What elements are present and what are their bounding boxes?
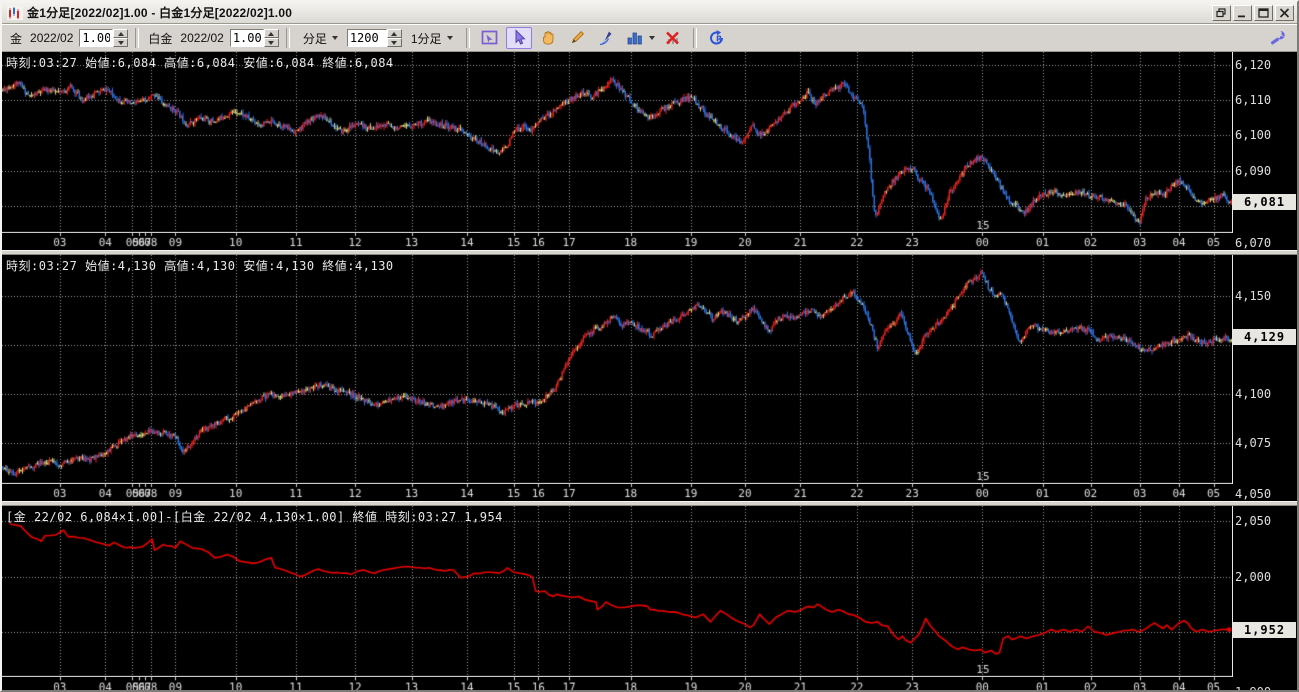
gold-multiplier-input[interactable] — [79, 29, 114, 47]
gold-current-price-badge: 6,081 — [1233, 194, 1296, 211]
wrench-icon — [1270, 30, 1285, 45]
toolbar-separator — [692, 28, 697, 48]
y-axis-label: 6,120 — [1235, 58, 1272, 73]
toolbar-separator — [285, 28, 290, 48]
select-arrow-tool-button[interactable] — [505, 27, 532, 49]
interval-dropdown[interactable]: 分足 — [297, 28, 344, 48]
chart-type-button[interactable] — [622, 27, 648, 49]
y-axis-label: 2,000 — [1235, 569, 1272, 584]
select-arrow-icon — [515, 29, 526, 45]
pen-icon — [599, 31, 612, 46]
spread-plot: [金 22/02 6,084×1.00]-[白金 22/02 4,130×1.0… — [2, 506, 1232, 677]
chart-cursor-icon — [481, 30, 497, 45]
gold-candlestick-canvas[interactable] — [2, 52, 1232, 233]
bar-chart-icon — [627, 32, 642, 45]
close-button[interactable] — [1275, 4, 1294, 21]
platinum-candlestick-canvas[interactable] — [2, 255, 1232, 484]
y-axis-label: 4,075 — [1235, 435, 1272, 450]
svg-text:R: R — [716, 35, 722, 44]
bar-count-spinner — [346, 29, 402, 47]
platinum-plot: 時刻:03:27 始値:4,130 高値:4,130 安値:4,130 終値:4… — [2, 255, 1232, 484]
gold-spin-up-button[interactable] — [113, 29, 129, 38]
pen-tool-button[interactable] — [593, 27, 619, 49]
chevron-down-icon — [446, 36, 453, 40]
gold-x-axis — [2, 233, 1232, 250]
y-axis-label: 6,100 — [1235, 128, 1272, 143]
refresh-button[interactable]: R — [704, 27, 730, 49]
gold-multiplier-spinner — [79, 29, 129, 47]
spread-current-value-badge: 1,952 — [1233, 621, 1296, 638]
platinum-multiplier-input[interactable] — [229, 29, 264, 47]
platinum-x-axis — [2, 484, 1232, 501]
gold-y-axis: 6,081 6,120 6,110 6,100 6,090 — [1232, 52, 1297, 233]
platinum-current-price-badge: 4,129 — [1233, 329, 1296, 346]
pencil-tool-button[interactable] — [564, 27, 590, 49]
spread-panel: [金 22/02 6,084×1.00]-[白金 22/02 4,130×1.0… — [2, 506, 1297, 692]
gold-y-axis-bottom-label: 6,070 — [1235, 236, 1272, 250]
candlestick-app-icon — [7, 5, 23, 20]
platinum-y-axis: 4,129 4,150 4,100 4,075 — [1232, 255, 1297, 484]
gold-plot: 時刻:03:27 始値:6,084 高値:6,084 安値:6,084 終値:6… — [2, 52, 1232, 233]
bar-count-input[interactable] — [346, 29, 387, 47]
toolbar-separator — [465, 28, 470, 48]
platinum-spin-up-button[interactable] — [263, 29, 279, 38]
chart-type-chevron-icon[interactable] — [648, 36, 655, 40]
y-axis-label: 4,150 — [1235, 289, 1272, 304]
hand-icon — [542, 31, 553, 45]
settings-wrench-button[interactable] — [1265, 27, 1291, 49]
platinum-panel: 時刻:03:27 始値:4,130 高値:4,130 安値:4,130 終値:4… — [2, 255, 1297, 501]
gold-month-value: 2022/02 — [30, 31, 74, 45]
spread-line-canvas[interactable] — [2, 506, 1232, 677]
chart-cursor-tool-button[interactable] — [477, 27, 503, 49]
float-window-button[interactable] — [1212, 4, 1231, 21]
platinum-y-axis-bottom-label: 4,050 — [1235, 487, 1272, 501]
platinum-spin-down-button[interactable] — [263, 38, 279, 47]
bar-count-up-button[interactable] — [386, 29, 402, 38]
platinum-month-value: 2022/02 — [180, 31, 224, 45]
gold-spin-down-button[interactable] — [113, 38, 129, 47]
platinum-multiplier-spinner — [229, 29, 279, 47]
timeframe-dropdown[interactable]: 1分足 — [405, 28, 459, 48]
y-axis-label: 4,100 — [1235, 386, 1272, 401]
window-title: 金1分足[2022/02]1.00 - 白金1分足[2022/02]1.00 — [27, 6, 293, 20]
pencil-icon — [571, 30, 584, 44]
toolbar: 金 2022/02 白金 2022/02 分足 1分足 — [2, 24, 1297, 52]
delete-chart-icon — [665, 31, 679, 45]
app-window: 金1分足[2022/02]1.00 - 白金1分足[2022/02]1.00 金… — [0, 0, 1299, 692]
refresh-icon: R — [709, 30, 723, 45]
title-bar: 金1分足[2022/02]1.00 - 白金1分足[2022/02]1.00 — [2, 2, 1297, 24]
maximize-button[interactable] — [1254, 4, 1273, 21]
delete-chart-button[interactable] — [660, 27, 686, 49]
toolbar-separator — [135, 28, 140, 48]
y-axis-label: 2,050 — [1235, 514, 1272, 529]
spread-y-axis-bottom-label: 1,900 — [1235, 685, 1272, 692]
gold-label: 金 — [10, 31, 23, 46]
chart-area: 時刻:03:27 始値:6,084 高値:6,084 安値:6,084 終値:6… — [2, 52, 1297, 692]
chevron-down-icon — [331, 36, 338, 40]
y-axis-label: 6,090 — [1235, 163, 1272, 178]
bar-count-down-button[interactable] — [386, 38, 402, 47]
spread-x-axis — [2, 677, 1232, 690]
platinum-label: 白金 — [148, 31, 173, 46]
y-axis-label: 6,110 — [1235, 93, 1272, 108]
spread-y-axis: 1,952 2,050 2,000 — [1232, 506, 1297, 677]
minimize-button[interactable] — [1233, 4, 1252, 21]
hand-tool-button[interactable] — [535, 27, 561, 49]
gold-panel: 時刻:03:27 始値:6,084 高値:6,084 安値:6,084 終値:6… — [2, 52, 1297, 250]
